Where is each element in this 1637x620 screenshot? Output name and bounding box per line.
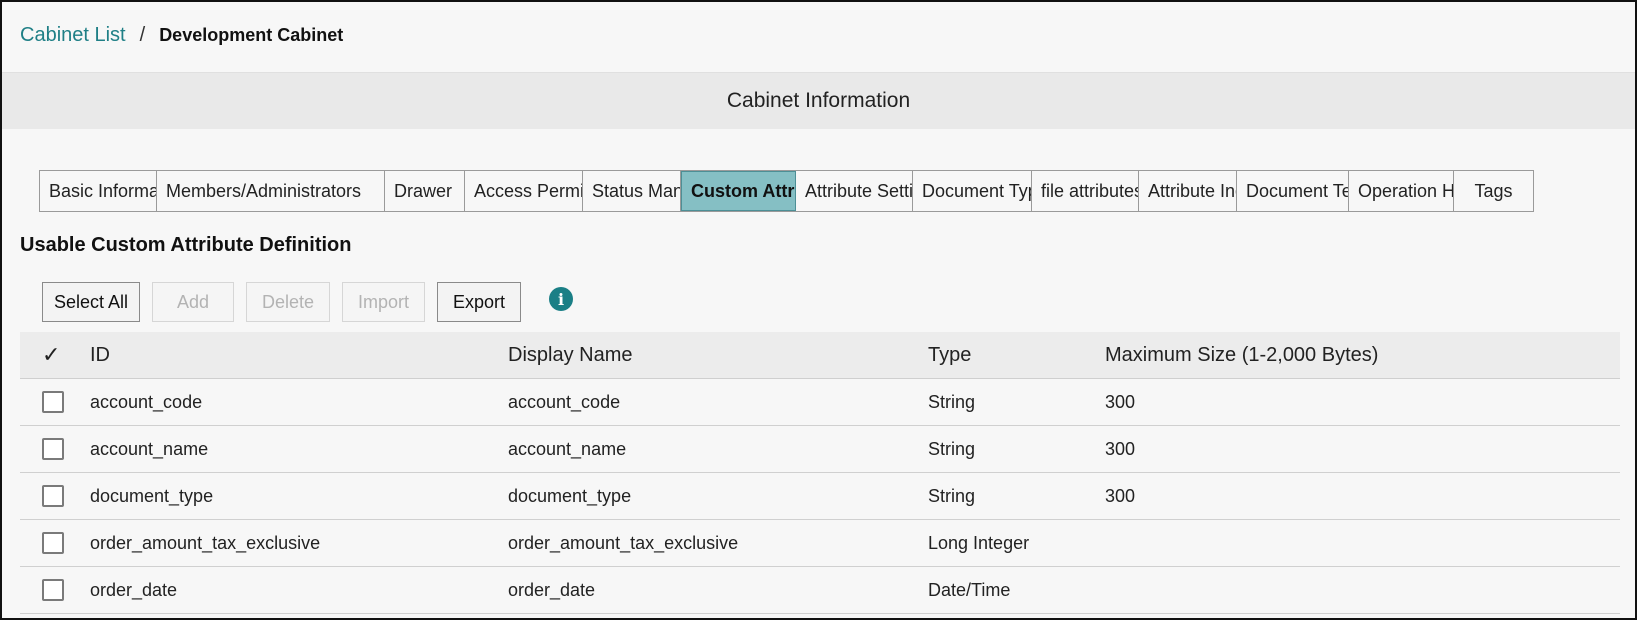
delete-button[interactable]: Delete [246,282,330,322]
add-button[interactable]: Add [152,282,234,322]
cell-display-name: order_amount_tax_exclusive [508,532,739,553]
breadcrumb-current: Development Cabinet [159,25,344,45]
row-check-cell [20,579,90,601]
cell-display-name: account_code [508,391,621,412]
attribute-table: ✓ ID Display Name Type Maximum Size (1-2… [20,332,1620,614]
tab-attribute-index[interactable]: Attribute Index [1139,171,1237,211]
row-checkbox[interactable] [42,391,64,413]
select-all-check-header[interactable]: ✓ [20,342,90,368]
column-header-type[interactable]: Type [928,344,1105,367]
row-check-cell [20,391,90,413]
cell-display-name: account_name [508,438,627,459]
cell-max-size: 300 [1105,391,1136,412]
row-checkbox[interactable] [42,532,64,554]
row-checkbox[interactable] [42,438,64,460]
info-icon[interactable]: i [549,287,573,311]
row-check-cell [20,485,90,507]
cell-id: account_code [90,391,203,412]
row-checkbox[interactable] [42,485,64,507]
tab-bar: Basic Information Members/Administrators… [39,170,1534,212]
tab-access[interactable]: Access Permissions [465,171,583,211]
tab-attribute-settings[interactable]: Attribute Settings [796,171,913,211]
table-row[interactable]: order_date order_date Date/Time [20,567,1620,614]
app-frame: Cabinet List / Development Cabinet Cabin… [0,0,1637,620]
column-header-id[interactable]: ID [90,344,508,367]
tab-document-templates[interactable]: Document Templates [1237,171,1349,211]
cell-id: account_name [90,438,209,459]
breadcrumb-cabinet-list-link[interactable]: Cabinet List [20,24,126,47]
cell-type: Long Integer [928,532,1030,553]
cell-id: order_amount_tax_exclusive [90,532,321,553]
cell-id: document_type [90,485,214,506]
tab-drawer[interactable]: Drawer [385,171,465,211]
column-header-display-name[interactable]: Display Name [508,344,928,367]
row-checkbox[interactable] [42,579,64,601]
tab-basic-information[interactable]: Basic Information [40,171,157,211]
cell-max-size: 300 [1105,485,1136,506]
tab-operation-history[interactable]: Operation History [1349,171,1454,211]
cell-max-size: 300 [1105,438,1136,459]
cell-display-name: order_date [508,579,596,600]
checkmark-icon: ✓ [42,342,61,367]
export-button[interactable]: Export [437,282,521,322]
cell-type: String [928,438,976,459]
cell-id: order_date [90,579,178,600]
cell-type: Date/Time [928,579,1011,600]
breadcrumb: Cabinet List / Development Cabinet [20,24,343,47]
column-header-max-size[interactable]: Maximum Size (1-2,000 Bytes) [1105,344,1620,367]
row-check-cell [20,438,90,460]
tab-status[interactable]: Status Management [583,171,681,211]
tab-tags[interactable]: Tags [1454,171,1533,211]
tab-custom-attributes[interactable]: Custom Attributes [681,171,796,211]
tab-members-administrators[interactable]: Members/Administrators [157,171,385,211]
breadcrumb-separator: / [139,24,146,46]
row-check-cell [20,532,90,554]
section-title: Cabinet Information [726,89,911,112]
definition-title: Usable Custom Attribute Definition [20,234,352,256]
section-header: Cabinet Information [2,72,1635,129]
table-row[interactable]: account_code account_code String 300 [20,379,1620,426]
tab-document-types[interactable]: Document Types [913,171,1032,211]
table-row[interactable]: document_type document_type String 300 [20,473,1620,520]
import-button[interactable]: Import [342,282,425,322]
toolbar: Select All Add Delete Import Export i [42,282,573,322]
select-all-button[interactable]: Select All [42,282,140,322]
table-header: ✓ ID Display Name Type Maximum Size (1-2… [20,332,1620,379]
cell-type: String [928,391,976,412]
cell-display-name: document_type [508,485,632,506]
tab-file-attributes[interactable]: file attributes [1032,171,1139,211]
table-row[interactable]: account_name account_name String 300 [20,426,1620,473]
cell-type: String [928,485,976,506]
table-row[interactable]: order_amount_tax_exclusive order_amount_… [20,520,1620,567]
